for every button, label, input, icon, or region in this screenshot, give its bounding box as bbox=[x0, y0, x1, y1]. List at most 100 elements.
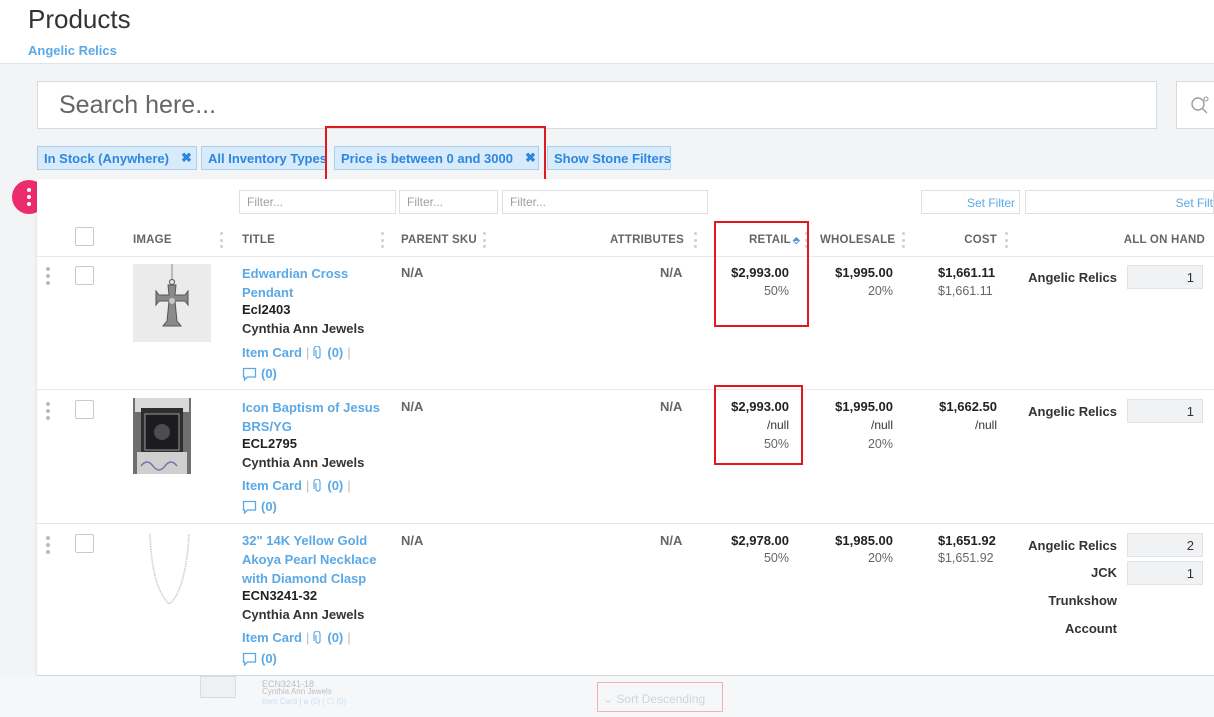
highlight-box bbox=[714, 385, 803, 465]
column-resize-handle[interactable] bbox=[381, 232, 384, 248]
product-brand: Cynthia Ann Jewels bbox=[242, 455, 365, 470]
highlight-box bbox=[714, 221, 809, 327]
quantity-field[interactable]: 1 bbox=[1127, 265, 1203, 289]
search-input[interactable] bbox=[38, 82, 1156, 128]
filter-chip-label: In Stock (Anywhere) bbox=[44, 150, 169, 166]
wholesale-price: $1,995.00 bbox=[835, 265, 893, 280]
row-checkbox[interactable] bbox=[75, 266, 94, 285]
comments-count: (0) bbox=[261, 366, 277, 381]
product-image[interactable] bbox=[133, 398, 191, 474]
product-title-link[interactable]: 32" 14K Yellow Gold Akoya Pearl Necklace… bbox=[242, 531, 382, 588]
product-title-link[interactable]: Icon Baptism of Jesus BRS/YG bbox=[242, 398, 382, 436]
product-title-link[interactable]: Edwardian Cross Pendant bbox=[242, 264, 382, 302]
column-header-attributes[interactable]: ATTRIBUTES bbox=[590, 234, 684, 246]
cost-sub-value: $1,661.11 bbox=[938, 284, 993, 298]
column-resize-handle[interactable] bbox=[902, 232, 905, 248]
store-name-link[interactable]: Angelic Relics bbox=[28, 43, 117, 58]
attachments-count[interactable]: (0) bbox=[327, 630, 343, 645]
location-name: Angelic Relics bbox=[1028, 270, 1117, 285]
column-header-title[interactable]: TITLE bbox=[242, 234, 275, 246]
cost-sub-value: $1,651.92 bbox=[938, 551, 994, 565]
row-drag-handle[interactable] bbox=[46, 402, 50, 420]
item-card-link[interactable]: Item Card bbox=[242, 478, 302, 493]
retail-markup: 50% bbox=[763, 551, 789, 565]
comment-icon bbox=[242, 367, 257, 381]
parent-sku-value: N/A bbox=[401, 265, 424, 280]
background-ghost-content: ECN3241-18 Cynthia Ann Jewels Item Card … bbox=[0, 676, 1214, 717]
wholesale-markup: 20% bbox=[867, 551, 893, 565]
attributes-filter-input[interactable] bbox=[502, 190, 708, 214]
row-checkbox[interactable] bbox=[75, 534, 94, 553]
on-hand-set-filter-button[interactable]: Set Filt bbox=[1025, 190, 1214, 214]
location-name: Angelic Relics bbox=[1028, 404, 1117, 419]
location-name: Angelic Relics bbox=[1028, 538, 1117, 553]
cost-set-filter-button[interactable]: Set Filter bbox=[921, 190, 1020, 214]
search-button[interactable] bbox=[1176, 81, 1214, 129]
cost-value: $1,662.50 bbox=[939, 399, 997, 414]
item-card-link[interactable]: Item Card bbox=[242, 630, 302, 645]
wholesale-markup: 20% bbox=[867, 437, 893, 451]
location-name: Trunkshow bbox=[1048, 593, 1117, 608]
ghost-brand: Cynthia Ann Jewels bbox=[262, 687, 332, 696]
item-card-links: Item Card | (0) | bbox=[242, 478, 351, 493]
attributes-value: N/A bbox=[660, 399, 683, 414]
quantity-field[interactable]: 2 bbox=[1127, 533, 1203, 557]
wholesale-sub-value: /null bbox=[870, 418, 893, 432]
search-box bbox=[37, 81, 1157, 129]
row-drag-handle[interactable] bbox=[46, 536, 50, 554]
product-image[interactable] bbox=[133, 264, 211, 342]
ghost-sort-option: ⌄ Sort Descending bbox=[597, 682, 723, 712]
product-sku: ECN3241-32 bbox=[242, 588, 318, 603]
column-resize-handle[interactable] bbox=[1005, 232, 1008, 248]
parent-sku-filter-input[interactable] bbox=[399, 190, 498, 214]
close-icon[interactable]: ✖ bbox=[181, 150, 192, 166]
item-card-link[interactable]: Item Card bbox=[242, 345, 302, 360]
comments-link[interactable]: (0) bbox=[242, 366, 277, 381]
column-header-wholesale[interactable]: WHOLESALE bbox=[820, 234, 895, 246]
column-header-all-on-hand[interactable]: ALL ON HAND bbox=[1100, 234, 1205, 246]
quantity-field[interactable]: 1 bbox=[1127, 561, 1203, 585]
column-resize-handle[interactable] bbox=[483, 232, 486, 248]
quantity-field[interactable]: 1 bbox=[1127, 399, 1203, 423]
column-header-image[interactable]: IMAGE bbox=[133, 234, 172, 246]
select-all-checkbox[interactable] bbox=[75, 227, 94, 246]
wholesale-price: $1,985.00 bbox=[835, 533, 893, 548]
product-image[interactable] bbox=[133, 532, 211, 612]
product-sku: Ecl2403 bbox=[242, 302, 291, 317]
filter-chip-in-stock[interactable]: In Stock (Anywhere) ✖ bbox=[37, 146, 197, 170]
filter-chip-label: Show Stone Filters bbox=[554, 150, 672, 166]
paperclip-icon[interactable] bbox=[313, 630, 323, 645]
column-header-cost[interactable]: COST bbox=[930, 234, 997, 246]
comments-link[interactable]: (0) bbox=[242, 651, 277, 666]
row-drag-handle[interactable] bbox=[46, 267, 50, 285]
product-sku: ECL2795 bbox=[242, 436, 297, 451]
comments-link[interactable]: (0) bbox=[242, 499, 277, 514]
column-resize-handle[interactable] bbox=[694, 232, 697, 248]
filter-chip-inventory-types[interactable]: All Inventory Types bbox=[201, 146, 327, 170]
attachments-count[interactable]: (0) bbox=[327, 345, 343, 360]
paperclip-icon[interactable] bbox=[313, 345, 323, 360]
divider bbox=[37, 256, 1214, 257]
wholesale-markup: 20% bbox=[867, 284, 893, 298]
row-checkbox[interactable] bbox=[75, 400, 94, 419]
paperclip-icon[interactable] bbox=[313, 478, 323, 493]
comments-count: (0) bbox=[261, 499, 277, 514]
attributes-value: N/A bbox=[660, 533, 683, 548]
cost-value: $1,661.11 bbox=[938, 265, 996, 280]
cost-value: $1,651.92 bbox=[938, 533, 996, 548]
column-header-parent-sku[interactable]: PARENT SKU bbox=[401, 234, 477, 246]
attachments-count[interactable]: (0) bbox=[327, 478, 343, 493]
location-name: JCK bbox=[1090, 565, 1117, 580]
wholesale-price: $1,995.00 bbox=[835, 399, 893, 414]
ghost-thumbnail bbox=[200, 676, 236, 698]
item-card-links: Item Card | (0) | bbox=[242, 630, 351, 645]
page-header: Products Angelic Relics bbox=[0, 0, 1214, 64]
pearl-necklace-image bbox=[133, 532, 211, 612]
parent-sku-value: N/A bbox=[401, 399, 424, 414]
product-brand: Cynthia Ann Jewels bbox=[242, 321, 365, 336]
location-name: Account bbox=[1065, 621, 1117, 636]
column-resize-handle[interactable] bbox=[220, 232, 223, 248]
title-filter-input[interactable] bbox=[239, 190, 396, 214]
filter-chip-stone-filters[interactable]: Show Stone Filters bbox=[547, 146, 671, 170]
item-card-links: Item Card | (0) | bbox=[242, 345, 351, 360]
